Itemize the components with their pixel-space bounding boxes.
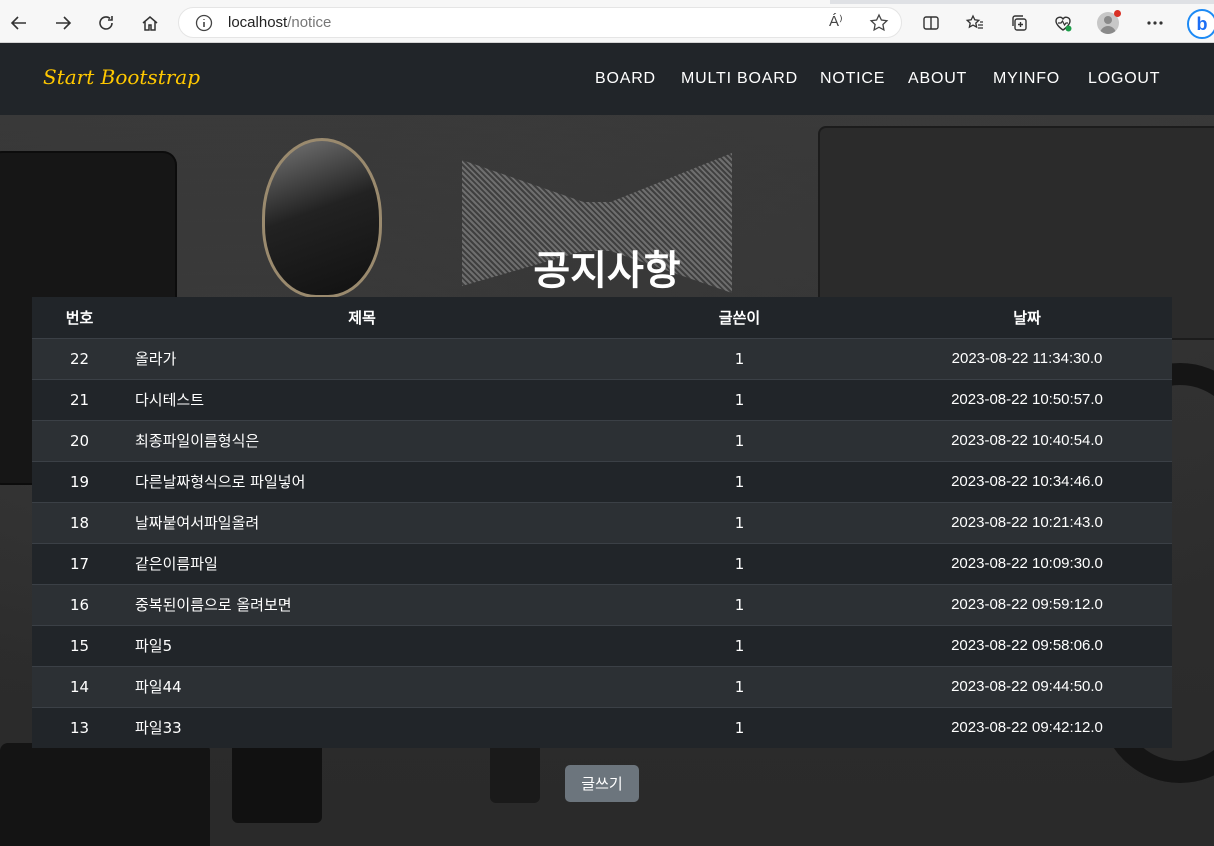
row-title-link[interactable]: 다른날짜형식으로 파일넣어 [127,460,597,502]
table-row[interactable]: 15 파일5 1 2023-08-22 09:58:06.0 [32,624,1172,666]
site-info-icon[interactable] [195,14,213,32]
page-body: Start Bootstrap BOARD MULTI BOARD NOTICE… [0,43,1214,846]
header-author: 글쓴이 [597,297,882,339]
row-author: 1 [597,542,882,584]
browser-essentials-icon[interactable] [1048,8,1078,38]
row-number: 14 [32,665,127,707]
browser-toolbar: localhost/notice Á⁾ b [0,0,1214,43]
notice-table: 번호 제목 글쓴이 날짜 22 올라가 1 2023-08-22 11:34:3… [32,297,1172,748]
active-tab[interactable] [0,0,830,4]
profile-notification-dot [1114,10,1121,17]
row-date: 2023-08-22 10:34:46.0 [882,460,1172,502]
back-icon[interactable] [4,8,34,38]
page-title: 공지사항 [533,248,681,294]
nav-logout[interactable]: LOGOUT [1088,70,1160,88]
row-author: 1 [597,419,882,461]
table-row[interactable]: 16 중복된이름으로 올려보면 1 2023-08-22 09:59:12.0 [32,583,1172,625]
row-number: 16 [32,583,127,625]
row-title-link[interactable]: 중복된이름으로 올려보면 [127,583,597,625]
table-row[interactable]: 21 다시테스트 1 2023-08-22 10:50:57.0 [32,378,1172,420]
table-header-row: 번호 제목 글쓴이 날짜 [32,297,1172,339]
row-author: 1 [597,706,882,748]
row-number: 13 [32,706,127,748]
table-row[interactable]: 17 같은이름파일 1 2023-08-22 10:09:30.0 [32,542,1172,584]
background-case-image [0,743,210,846]
row-date: 2023-08-22 09:58:06.0 [882,624,1172,666]
table-row[interactable]: 18 날짜붙여서파일올려 1 2023-08-22 10:21:43.0 [32,501,1172,543]
header-number: 번호 [32,297,127,339]
row-author: 1 [597,501,882,543]
row-title-link[interactable]: 날짜붙여서파일올려 [127,501,597,543]
collections-icon[interactable] [1004,8,1034,38]
table-row[interactable]: 22 올라가 1 2023-08-22 11:34:30.0 [32,337,1172,379]
row-number: 20 [32,419,127,461]
nav-multi-board[interactable]: MULTI BOARD [681,70,798,88]
forward-icon[interactable] [48,8,78,38]
header-title: 제목 [127,297,597,339]
header-date: 날짜 [882,297,1172,339]
write-button[interactable]: 글쓰기 [565,765,639,802]
refresh-icon[interactable] [91,8,121,38]
row-title-link[interactable]: 파일44 [127,665,597,707]
url-text[interactable]: localhost/notice [228,14,331,31]
table-row[interactable]: 13 파일33 1 2023-08-22 09:42:12.0 [32,706,1172,748]
site-navbar: Start Bootstrap BOARD MULTI BOARD NOTICE… [0,43,1214,115]
row-author: 1 [597,460,882,502]
split-screen-icon[interactable] [916,8,946,38]
table-row[interactable]: 20 최종파일이름형식은 1 2023-08-22 10:40:54.0 [32,419,1172,461]
row-title-link[interactable]: 다시테스트 [127,378,597,420]
row-number: 22 [32,337,127,379]
home-icon[interactable] [135,8,165,38]
url-host: localhost [228,14,288,31]
row-author: 1 [597,583,882,625]
nav-notice[interactable]: NOTICE [820,70,885,88]
row-title-link[interactable]: 올라가 [127,337,597,379]
table-row[interactable]: 14 파일44 1 2023-08-22 09:44:50.0 [32,665,1172,707]
row-title-link[interactable]: 파일5 [127,624,597,666]
row-date: 2023-08-22 10:09:30.0 [882,542,1172,584]
row-number: 19 [32,460,127,502]
row-date: 2023-08-22 10:21:43.0 [882,501,1172,543]
row-date: 2023-08-22 11:34:30.0 [882,337,1172,379]
favorite-star-icon[interactable] [869,13,889,33]
tab-strip [0,0,1214,4]
row-date: 2023-08-22 09:44:50.0 [882,665,1172,707]
row-number: 17 [32,542,127,584]
favorites-icon[interactable] [960,8,990,38]
url-path: /notice [287,14,332,31]
row-author: 1 [597,378,882,420]
nav-myinfo[interactable]: MYINFO [993,70,1060,88]
row-title-link[interactable]: 파일33 [127,706,597,748]
background-watch-image [490,743,540,803]
brand-logo[interactable]: Start Bootstrap [43,65,200,89]
row-author: 1 [597,624,882,666]
row-date: 2023-08-22 10:50:57.0 [882,378,1172,420]
row-date: 2023-08-22 09:42:12.0 [882,706,1172,748]
nav-about[interactable]: ABOUT [908,70,967,88]
bing-copilot-icon[interactable]: b [1187,9,1214,39]
row-title-link[interactable]: 같은이름파일 [127,542,597,584]
row-number: 15 [32,624,127,666]
row-author: 1 [597,337,882,379]
row-number: 18 [32,501,127,543]
row-date: 2023-08-22 09:59:12.0 [882,583,1172,625]
more-options-icon[interactable] [1140,8,1170,38]
row-title-link[interactable]: 최종파일이름형식은 [127,419,597,461]
row-number: 21 [32,378,127,420]
address-bar[interactable]: localhost/notice Á⁾ [178,7,902,38]
table-row[interactable]: 19 다른날짜형식으로 파일넣어 1 2023-08-22 10:34:46.0 [32,460,1172,502]
background-phone-image [232,743,322,823]
row-date: 2023-08-22 10:40:54.0 [882,419,1172,461]
read-aloud-icon[interactable]: Á⁾ [829,12,843,30]
nav-board[interactable]: BOARD [595,70,656,88]
row-author: 1 [597,665,882,707]
